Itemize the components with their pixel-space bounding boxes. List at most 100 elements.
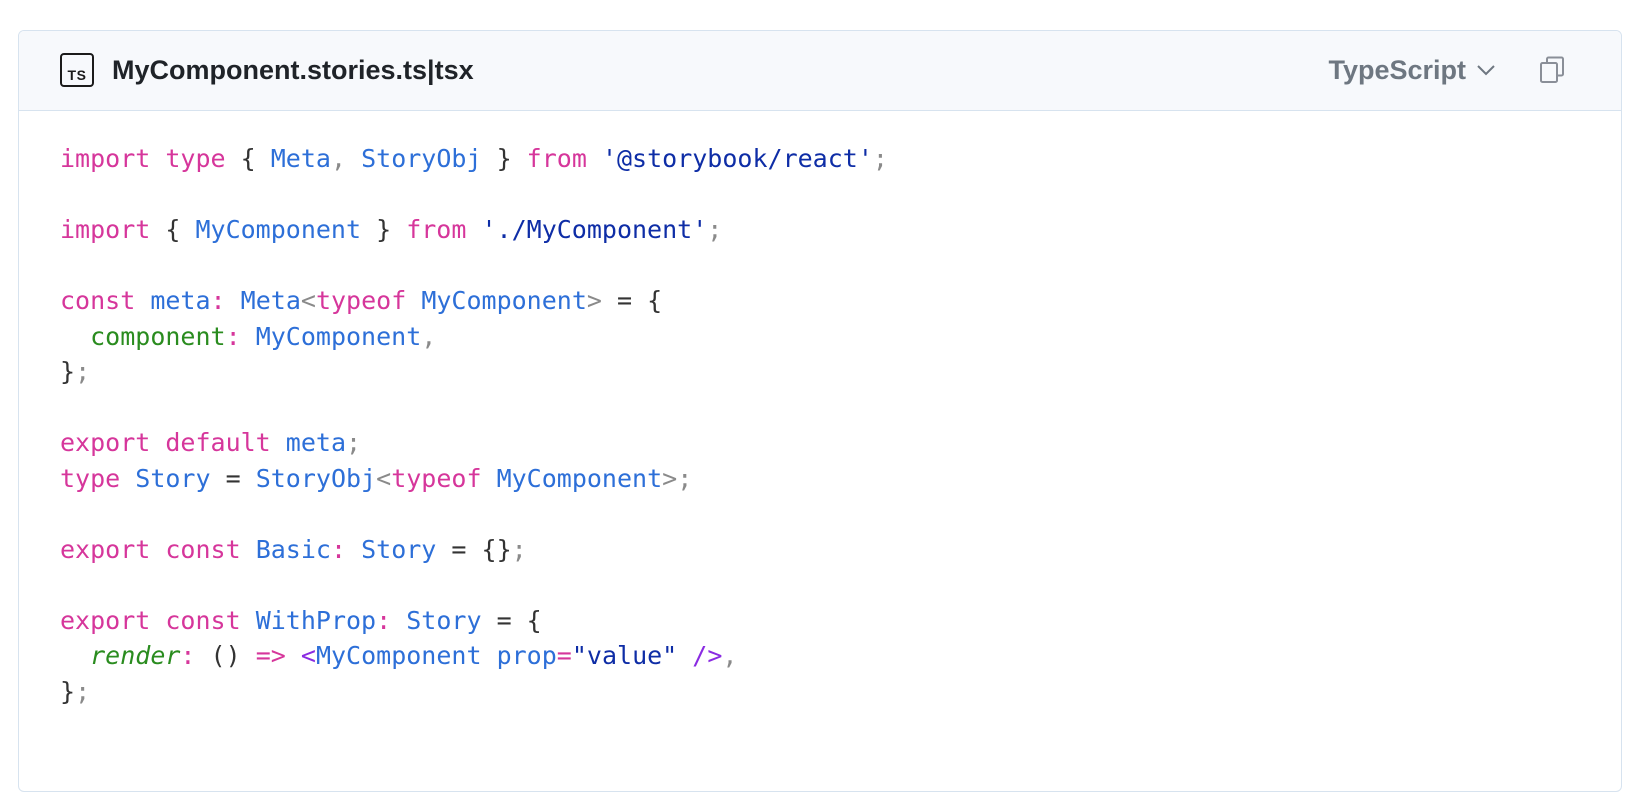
- language-selector[interactable]: TypeScript: [1328, 53, 1496, 87]
- code-punctuation: ,: [722, 641, 738, 670]
- code-keyword: type: [60, 463, 121, 493]
- code-snippet-header: TS MyComponent.stories.ts|tsx TypeScript: [19, 31, 1621, 111]
- code-keyword: from: [526, 144, 587, 173]
- code-text: }: [361, 215, 407, 244]
- code-line: type Story = StoryObj<typeof MyComponent…: [60, 461, 1591, 497]
- chevron-down-icon: [1477, 65, 1495, 76]
- code-keyword: =>: [255, 641, 286, 670]
- code-keyword: from: [406, 215, 467, 244]
- code-string: './MyComponent': [481, 215, 708, 244]
- code-text: }: [60, 676, 76, 706]
- code-punctuation: ;: [511, 534, 527, 564]
- code-line: import { MyComponent } from './MyCompone…: [60, 212, 1591, 248]
- code-identifier: MyComponent: [496, 463, 663, 493]
- code-punctuation: ;: [75, 676, 91, 706]
- code-identifier: MyComponent: [315, 641, 482, 670]
- code-keyword: :: [210, 286, 226, 315]
- code-identifier: WithProp: [255, 605, 377, 635]
- code-text: = {}: [436, 534, 512, 564]
- code-identifier: StoryObj: [255, 463, 377, 493]
- file-name: MyComponent.stories.ts|tsx: [112, 55, 474, 85]
- code-text: =: [210, 463, 256, 493]
- code-identifier: Meta: [270, 144, 331, 173]
- code-line: export const Basic: Story = {};: [60, 532, 1591, 568]
- code-jsx-bracket: />: [692, 641, 723, 670]
- code-keyword: import: [60, 215, 151, 244]
- copy-icon: [1540, 56, 1564, 83]
- code-text: }: [60, 357, 76, 386]
- code-punctuation: ;: [75, 357, 91, 386]
- code-line: ​: [60, 390, 1591, 426]
- code-line: };: [60, 354, 1591, 390]
- code-keyword: const: [165, 534, 241, 564]
- code-line: ​: [60, 496, 1591, 532]
- code-identifier: meta: [285, 428, 347, 457]
- language-selector-label: TypeScript: [1328, 54, 1466, 85]
- code-identifier: Story: [135, 463, 211, 493]
- code-identifier: MyComponent: [195, 215, 362, 244]
- code-keyword: export: [60, 428, 151, 457]
- code-keyword: =: [556, 641, 572, 670]
- code-punctuation: >: [662, 463, 678, 493]
- code-punctuation: ;: [346, 428, 362, 457]
- code-keyword: :: [225, 321, 241, 351]
- code-punctuation: ;: [707, 215, 723, 244]
- code-identifier: meta: [150, 286, 211, 315]
- code-identifier: prop: [496, 641, 557, 670]
- code-string: "value": [571, 641, 678, 670]
- code-block[interactable]: import type { Meta, StoryObj } from '@st…: [60, 141, 1591, 709]
- code-punctuation: <: [300, 286, 316, 315]
- code-keyword: typeof: [391, 463, 482, 493]
- code-line: component: MyComponent,: [60, 319, 1591, 355]
- code-keyword: default: [165, 428, 271, 457]
- code-keyword: typeof: [315, 286, 407, 315]
- code-line: export default meta;: [60, 425, 1591, 461]
- code-identifier: Story: [361, 534, 437, 564]
- code-keyword: import: [60, 144, 151, 173]
- code-keyword: const: [60, 286, 136, 315]
- code-jsx-bracket: <: [300, 641, 316, 670]
- code-punctuation: ,: [330, 144, 347, 173]
- code-keyword: type: [165, 144, 226, 173]
- code-text: = {: [481, 605, 542, 635]
- code-line: render: () => <MyComponent prop="value" …: [60, 638, 1591, 674]
- code-identifier: Story: [406, 605, 482, 635]
- code-text: {: [150, 215, 196, 244]
- code-text: {: [225, 144, 271, 173]
- code-line: };: [60, 674, 1591, 710]
- code-identifier: StoryObj: [361, 144, 482, 173]
- code-identifier: MyComponent: [255, 321, 422, 351]
- code-line: ​: [60, 248, 1591, 284]
- code-keyword: export: [60, 605, 151, 635]
- code-punctuation: <: [376, 463, 392, 493]
- code-keyword: export: [60, 534, 151, 564]
- code-text: }: [481, 144, 527, 173]
- code-snippet-card: TS MyComponent.stories.ts|tsx TypeScript…: [18, 30, 1622, 792]
- code-text: (): [195, 641, 256, 670]
- code-keyword: :: [376, 605, 392, 635]
- code-punctuation: ,: [421, 321, 437, 351]
- code-string: '@storybook/react': [601, 144, 873, 173]
- copy-button[interactable]: [1535, 53, 1569, 87]
- code-property: component: [90, 321, 226, 351]
- code-line: ​: [60, 177, 1591, 213]
- code-text: = {: [601, 286, 663, 315]
